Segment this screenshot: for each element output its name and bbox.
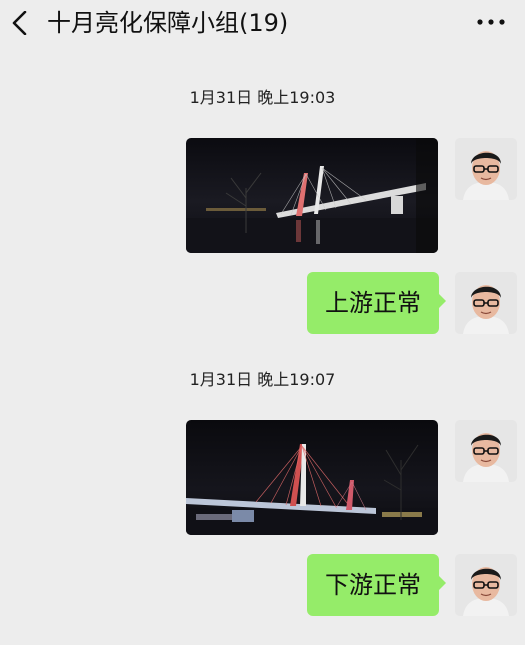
chat-header: 十月亮化保障小组(19) <box>0 0 525 48</box>
avatar[interactable] <box>455 138 517 200</box>
avatar-photo <box>455 554 517 616</box>
avatar[interactable] <box>455 554 517 616</box>
more-dots-icon[interactable] <box>474 14 508 30</box>
bridge-night-photo <box>186 138 438 253</box>
avatar[interactable] <box>455 272 517 334</box>
avatar-photo <box>455 420 517 482</box>
bridge-night-photo <box>186 420 438 535</box>
text-bubble[interactable]: 下游正常 <box>307 554 446 616</box>
text-bubble[interactable]: 上游正常 <box>307 272 446 334</box>
chat-title: 十月亮化保障小组(19) <box>47 9 289 37</box>
avatar-photo <box>455 138 517 200</box>
image-message[interactable] <box>186 420 438 535</box>
image-message[interactable] <box>186 138 438 253</box>
message-timestamp: 1月31日 晚上19:07 <box>189 370 336 389</box>
avatar-photo <box>455 272 517 334</box>
chevron-left-icon[interactable] <box>10 11 30 35</box>
avatar[interactable] <box>455 420 517 482</box>
message-timestamp: 1月31日 晚上19:03 <box>189 88 336 107</box>
